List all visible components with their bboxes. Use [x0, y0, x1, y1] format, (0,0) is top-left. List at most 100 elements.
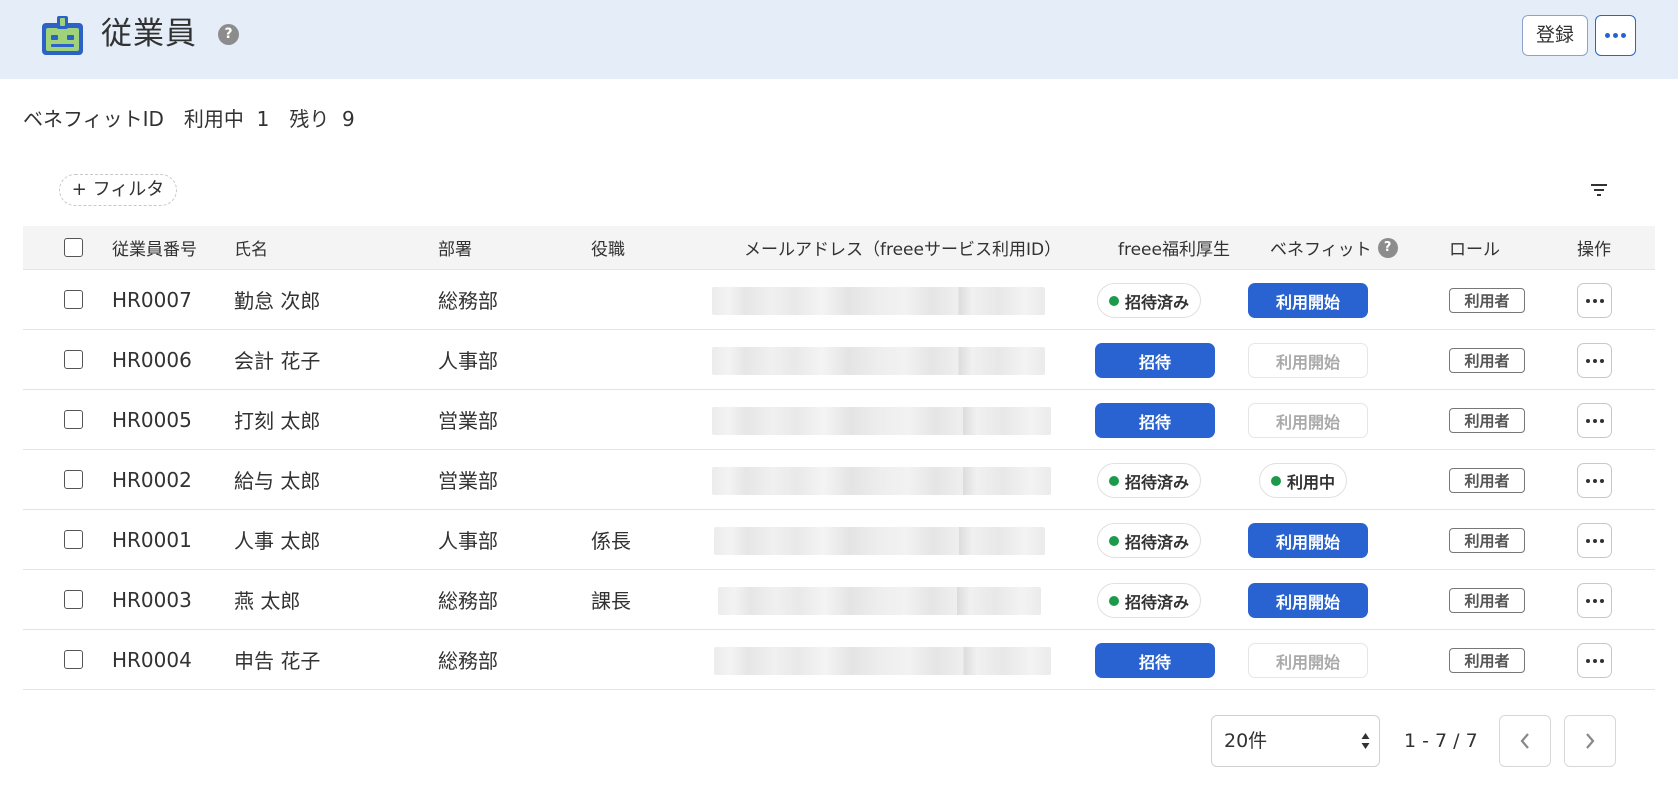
row-checkbox[interactable]: [64, 650, 83, 669]
more-options-button[interactable]: [1595, 15, 1636, 56]
status-dot-icon: [1109, 595, 1119, 606]
column-header-name[interactable]: 氏名: [234, 226, 268, 269]
employee-name[interactable]: 打刻 太郎: [234, 390, 320, 449]
column-header-department[interactable]: 部署: [438, 226, 472, 269]
employee-name[interactable]: 勤怠 次郎: [234, 270, 320, 329]
start-benefit-button[interactable]: 利用開始: [1248, 523, 1368, 558]
email-redacted: [714, 527, 1045, 555]
column-header-email[interactable]: メールアドレス（freeeサービス利用ID）: [744, 226, 1061, 269]
email-redacted: [712, 287, 1045, 315]
table-row[interactable]: HR0006 会計 花子 人事部 招待 利用開始 利用者: [23, 330, 1655, 390]
invite-button[interactable]: 招待: [1095, 643, 1215, 678]
select-all-checkbox[interactable]: [64, 238, 83, 257]
employee-name[interactable]: 会計 花子: [234, 330, 320, 389]
email-redacted: [714, 647, 1051, 675]
employee-number: HR0007: [112, 287, 192, 312]
employee-name[interactable]: 人事 太郎: [234, 510, 320, 569]
chevron-right-icon: [1586, 733, 1595, 749]
role-tag: 利用者: [1449, 588, 1525, 613]
pagination-range: 1 - 7 / 7: [1404, 730, 1478, 752]
row-actions-button[interactable]: [1577, 403, 1612, 438]
email-redacted: [712, 407, 1051, 435]
employee-position: 課長: [591, 589, 631, 613]
role-tag: 利用者: [1449, 648, 1525, 673]
role-tag: 利用者: [1449, 408, 1525, 433]
employee-department: 営業部: [438, 409, 498, 433]
row-checkbox[interactable]: [64, 590, 83, 609]
row-checkbox[interactable]: [64, 530, 83, 549]
row-checkbox[interactable]: [64, 410, 83, 429]
invite-button[interactable]: 招待: [1095, 403, 1215, 438]
next-page-button[interactable]: [1564, 715, 1616, 767]
role-tag: 利用者: [1449, 348, 1525, 373]
more-horizontal-icon: [1578, 584, 1611, 617]
table-row[interactable]: HR0007 勤怠 次郎 総務部 招待済み 利用開始 利用者: [23, 270, 1655, 330]
table-row[interactable]: HR0005 打刻 太郎 営業部 招待 利用開始 利用者: [23, 390, 1655, 450]
benefit-help-icon[interactable]: ?: [1377, 237, 1398, 258]
column-header-benefit: ベネフィット ?: [1270, 226, 1398, 269]
add-filter-button[interactable]: + フィルタ: [59, 174, 177, 206]
welfare-status-invited: 招待済み: [1097, 283, 1202, 318]
employee-number: HR0003: [112, 587, 192, 612]
select-arrows-icon: [1361, 733, 1370, 749]
page-title: 従業員: [101, 16, 197, 52]
previous-page-button[interactable]: [1499, 715, 1551, 767]
employee-badge-icon: [42, 16, 83, 55]
employee-number: HR0002: [112, 467, 192, 492]
column-header-benefit-label: ベネフィット: [1270, 240, 1372, 260]
column-header-welfare: freee福利厚生: [1118, 240, 1230, 260]
start-benefit-button[interactable]: 利用開始: [1248, 283, 1368, 318]
employee-department: 総務部: [438, 589, 498, 613]
page-header: 従業員 ? 登録: [0, 0, 1678, 79]
status-dot-icon: [1109, 295, 1119, 306]
row-actions-button[interactable]: [1577, 283, 1612, 318]
email-redacted: [718, 587, 1041, 615]
employee-name[interactable]: 燕 太郎: [234, 570, 300, 629]
employee-name[interactable]: 給与 太郎: [234, 450, 320, 509]
more-horizontal-icon: [1578, 524, 1611, 557]
welfare-status-label: 招待済み: [1125, 592, 1190, 612]
role-tag: 利用者: [1449, 468, 1525, 493]
employee-number: HR0001: [112, 527, 192, 552]
employee-department: 総務部: [438, 649, 498, 673]
help-icon[interactable]: ?: [218, 24, 239, 45]
table-row[interactable]: HR0003 燕 太郎 総務部 課長 招待済み 利用開始 利用者: [23, 570, 1655, 630]
email-redacted: [712, 467, 1051, 495]
register-button[interactable]: 登録: [1522, 15, 1588, 56]
column-header-employee-number[interactable]: 従業員番号: [112, 226, 197, 269]
role-tag: 利用者: [1449, 288, 1525, 313]
invite-button[interactable]: 招待: [1095, 343, 1215, 378]
table-row[interactable]: HR0002 給与 太郎 営業部 招待済み 利用中 利用者: [23, 450, 1655, 510]
employee-department: 総務部: [438, 289, 498, 313]
employee-number: HR0004: [112, 647, 192, 672]
more-horizontal-icon: [1578, 344, 1611, 377]
table-row[interactable]: HR0004 申告 花子 総務部 招待 利用開始 利用者: [23, 630, 1655, 690]
employee-table: 従業員番号 氏名 部署 役職 メールアドレス（freeeサービス利用ID） fr…: [23, 226, 1655, 690]
row-checkbox[interactable]: [64, 350, 83, 369]
employee-department: 人事部: [438, 349, 498, 373]
employee-name[interactable]: 申告 花子: [234, 630, 320, 689]
row-actions-button[interactable]: [1577, 583, 1612, 618]
sort-filter-icon[interactable]: [1590, 183, 1608, 197]
row-actions-button[interactable]: [1577, 463, 1612, 498]
column-header-role: ロール: [1449, 240, 1500, 260]
table-row[interactable]: HR0001 人事 太郎 人事部 係長 招待済み 利用開始 利用者: [23, 510, 1655, 570]
more-horizontal-icon: [1578, 644, 1611, 677]
table-body: HR0007 勤怠 次郎 総務部 招待済み 利用開始 利用者 HR0006 会計 花子 人事部招…: [23, 270, 1655, 690]
row-checkbox[interactable]: [64, 290, 83, 309]
row-checkbox[interactable]: [64, 470, 83, 489]
benefit-status-label: 利用中: [1287, 472, 1336, 492]
column-header-position[interactable]: 役職: [591, 226, 625, 269]
employee-department: 人事部: [438, 529, 498, 553]
row-actions-button[interactable]: [1577, 523, 1612, 558]
role-tag: 利用者: [1449, 528, 1525, 553]
start-benefit-button-disabled: 利用開始: [1248, 403, 1368, 438]
row-actions-button[interactable]: [1577, 343, 1612, 378]
table-header-row: 従業員番号 氏名 部署 役職 メールアドレス（freeeサービス利用ID） fr…: [23, 226, 1655, 270]
start-benefit-button-disabled: 利用開始: [1248, 343, 1368, 378]
benefit-status-active: 利用中: [1259, 463, 1348, 498]
row-actions-button[interactable]: [1577, 643, 1612, 678]
per-page-select[interactable]: 20件: [1211, 715, 1380, 767]
start-benefit-button[interactable]: 利用開始: [1248, 583, 1368, 618]
more-horizontal-icon: [1578, 464, 1611, 497]
